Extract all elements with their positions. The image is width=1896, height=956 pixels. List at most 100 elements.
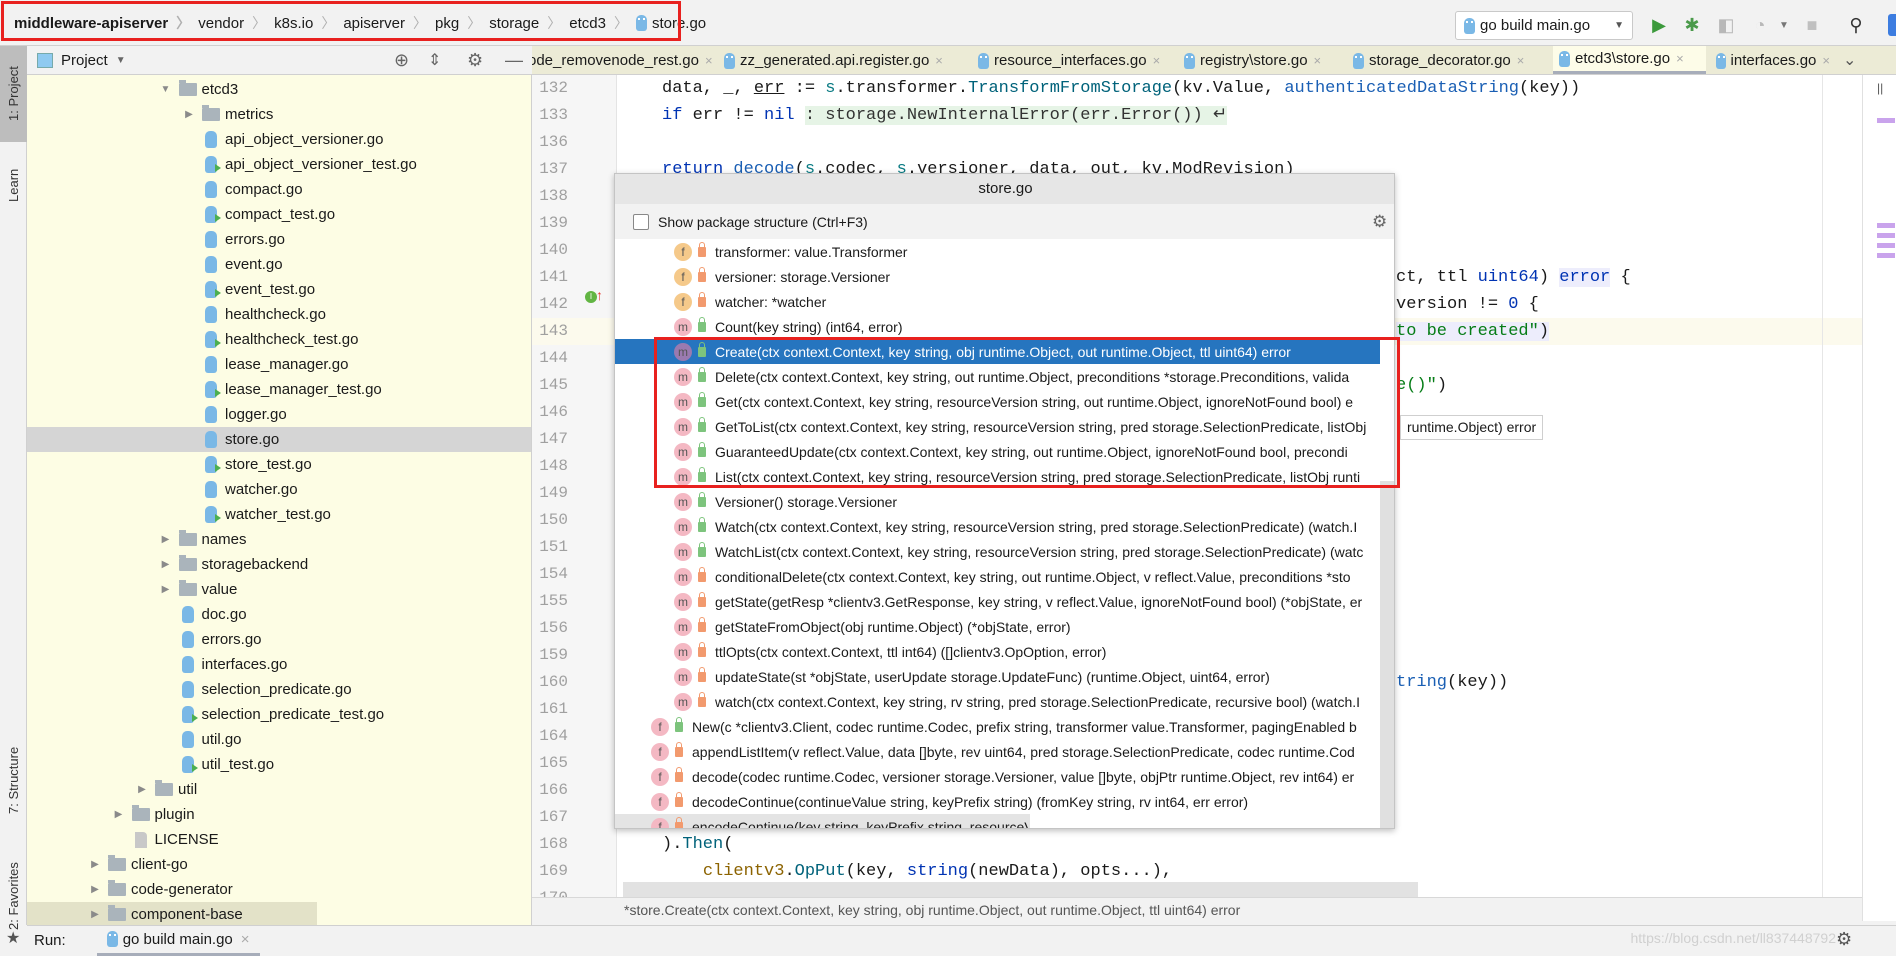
structure-item[interactable]: f watcher: *watcher: [615, 289, 1380, 314]
tab-zz-generated-api-register-go[interactable]: zz_generated.api.register.go ×: [718, 46, 968, 74]
code-line[interactable]: 133 if err != nil : storage.NewInternalEr…: [532, 102, 1862, 129]
code-line[interactable]: 136: [532, 129, 1862, 156]
tree-item[interactable]: ▶ util: [27, 777, 531, 802]
structure-item[interactable]: m Versioner() storage.Versioner: [615, 489, 1380, 514]
tree-item[interactable]: util.go: [27, 727, 531, 752]
close-icon[interactable]: ×: [1676, 51, 1684, 66]
structure-item[interactable]: f encodeContinue(key string, keyPrefix st…: [615, 814, 1030, 828]
code-line[interactable]: 169 clientv3.OpPut(key, string(newData),…: [532, 858, 1862, 885]
tree-item[interactable]: compact_test.go: [27, 202, 531, 227]
tree-item[interactable]: lease_manager.go: [27, 352, 531, 377]
tree-item[interactable]: compact.go: [27, 177, 531, 202]
structure-item[interactable]: m ttlOpts(ctx context.Context, ttl int64)…: [615, 639, 1380, 664]
tree-item[interactable]: LICENSE: [27, 827, 531, 852]
editor-scrollbar[interactable]: ||: [1862, 75, 1896, 921]
close-icon[interactable]: ×: [241, 931, 250, 948]
tree-item[interactable]: healthcheck_test.go: [27, 327, 531, 352]
close-icon[interactable]: ×: [935, 53, 943, 68]
tree-item[interactable]: ▶ value: [27, 577, 531, 602]
chevron-right-icon[interactable]: ▶: [159, 559, 173, 570]
close-icon[interactable]: ×: [1517, 53, 1525, 68]
close-icon[interactable]: ×: [1153, 53, 1161, 68]
coverage-icon[interactable]: ◧: [1715, 14, 1737, 36]
tree-item[interactable]: watcher_test.go: [27, 502, 531, 527]
tree-item[interactable]: doc.go: [27, 602, 531, 627]
tab-storage-decorator-go[interactable]: storage_decorator.go ×: [1347, 46, 1549, 74]
chevron-down-icon[interactable]: ▼: [116, 55, 126, 66]
close-icon[interactable]: ×: [1822, 53, 1830, 68]
chevron-down-icon[interactable]: ▼: [159, 84, 173, 95]
structure-item[interactable]: m updateState(st *objState, userUpdate st…: [615, 664, 1380, 689]
tab-registry-store-go[interactable]: registry\store.go ×: [1178, 46, 1343, 74]
chevron-right-icon[interactable]: ▶: [159, 584, 173, 595]
chevron-down-icon[interactable]: ▼: [1773, 14, 1795, 36]
gear-icon[interactable]: ⚙: [1836, 929, 1852, 950]
structure-item[interactable]: m watch(ctx context.Context, key string, …: [615, 689, 1380, 714]
structure-item[interactable]: f versioner: storage.Versioner: [615, 264, 1380, 289]
tree-item[interactable]: ▶ code-generator: [27, 877, 531, 902]
run-configuration-dropdown[interactable]: go build main.go ▼: [1455, 11, 1633, 40]
chevron-right-icon[interactable]: ▶: [112, 809, 126, 820]
hide-icon[interactable]: —: [505, 50, 523, 71]
code-line[interactable]: 168).Then(: [532, 831, 1862, 858]
chevron-down-icon[interactable]: ⌄: [1843, 50, 1856, 70]
tree-item[interactable]: api_object_versioner.go: [27, 127, 531, 152]
tree-item[interactable]: store.go: [27, 427, 531, 452]
locate-icon[interactable]: ⊕: [394, 50, 409, 71]
tree-item[interactable]: interfaces.go: [27, 652, 531, 677]
structure-item[interactable]: m Watch(ctx context.Context, key string, …: [615, 514, 1380, 539]
tree-item[interactable]: selection_predicate_test.go: [27, 702, 531, 727]
tree-item[interactable]: logger.go: [27, 402, 531, 427]
tree-item[interactable]: ▶ client-go: [27, 852, 531, 877]
structure-item[interactable]: m WatchList(ctx context.Context, key stri…: [615, 539, 1380, 564]
tree-item[interactable]: errors.go: [27, 627, 531, 652]
error-stripe-mark[interactable]: [1877, 118, 1895, 123]
gear-icon[interactable]: ⚙: [1372, 212, 1387, 232]
popup-scrollbar-thumb[interactable]: [1380, 481, 1394, 828]
structure-item[interactable]: m getState(getResp *clientv3.GetResponse,…: [615, 589, 1380, 614]
tree-item[interactable]: ▶ names: [27, 527, 531, 552]
error-stripe-mark[interactable]: [1877, 223, 1895, 228]
tree-item[interactable]: ▶ component-base: [27, 902, 317, 925]
error-stripe-mark[interactable]: [1877, 233, 1895, 238]
gear-icon[interactable]: ⚙: [467, 50, 483, 71]
tree-item[interactable]: store_test.go: [27, 452, 531, 477]
run-tab[interactable]: go build main.go ×: [96, 926, 260, 956]
chevron-right-icon[interactable]: ▶: [135, 784, 149, 795]
structure-item[interactable]: f decodeContinue(continueValue string, ke…: [615, 789, 1380, 814]
chevron-right-icon[interactable]: ▶: [88, 884, 102, 895]
profile-icon[interactable]: ◔: [1749, 14, 1771, 36]
structure-item[interactable]: m conditionalDelete(ctx context.Context, …: [615, 564, 1380, 589]
checkbox-label[interactable]: Show package structure (Ctrl+F3): [658, 214, 868, 230]
tree-item[interactable]: ▶ storagebackend: [27, 552, 531, 577]
structure-item[interactable]: f appendListItem(v reflect.Value, data []…: [615, 739, 1380, 764]
tree-item[interactable]: selection_predicate.go: [27, 677, 531, 702]
tab-ode-removenode-rest-go[interactable]: ode_removenode_rest.go ×: [532, 46, 713, 74]
tree-item[interactable]: event_test.go: [27, 277, 531, 302]
structure-item[interactable]: m getStateFromObject(obj runtime.Object) …: [615, 614, 1380, 639]
error-stripe-mark[interactable]: [1877, 243, 1895, 248]
tab-interfaces-go[interactable]: interfaces.go ×: [1710, 46, 1830, 74]
collapse-all-icon[interactable]: ⇕: [428, 50, 441, 70]
tab-resource-interfaces-go[interactable]: resource_interfaces.go ×: [972, 46, 1174, 74]
tree-item[interactable]: ▶ plugin: [27, 802, 531, 827]
chevron-right-icon[interactable]: ▶: [182, 109, 196, 120]
tree-item[interactable]: ▶ metrics: [27, 102, 531, 127]
structure-item[interactable]: f transformer: value.Transformer: [615, 239, 1380, 264]
structure-item[interactable]: f decode(codec runtime.Codec, versioner s…: [615, 764, 1380, 789]
tree-item[interactable]: util_test.go: [27, 752, 531, 777]
chevron-right-icon[interactable]: ▶: [159, 534, 173, 545]
project-view-selector[interactable]: Project: [61, 52, 108, 69]
structure-item[interactable]: f New(c *clientv3.Client, codec runtime.C…: [615, 714, 1380, 739]
tool-tab-structure[interactable]: 7: Structure: [0, 726, 27, 834]
debug-icon[interactable]: ✱: [1681, 14, 1703, 36]
tree-item[interactable]: lease_manager_test.go: [27, 377, 531, 402]
stop-icon[interactable]: ■: [1801, 14, 1823, 36]
chevron-right-icon[interactable]: ▶: [88, 859, 102, 870]
tree-item[interactable]: api_object_versioner_test.go: [27, 152, 531, 177]
structure-item[interactable]: m Count(key string) (int64, error): [615, 314, 1380, 339]
run-icon[interactable]: ▶: [1648, 14, 1670, 36]
tree-item[interactable]: watcher.go: [27, 477, 531, 502]
close-icon[interactable]: ×: [705, 53, 713, 68]
show-package-structure-checkbox[interactable]: [633, 213, 649, 230]
